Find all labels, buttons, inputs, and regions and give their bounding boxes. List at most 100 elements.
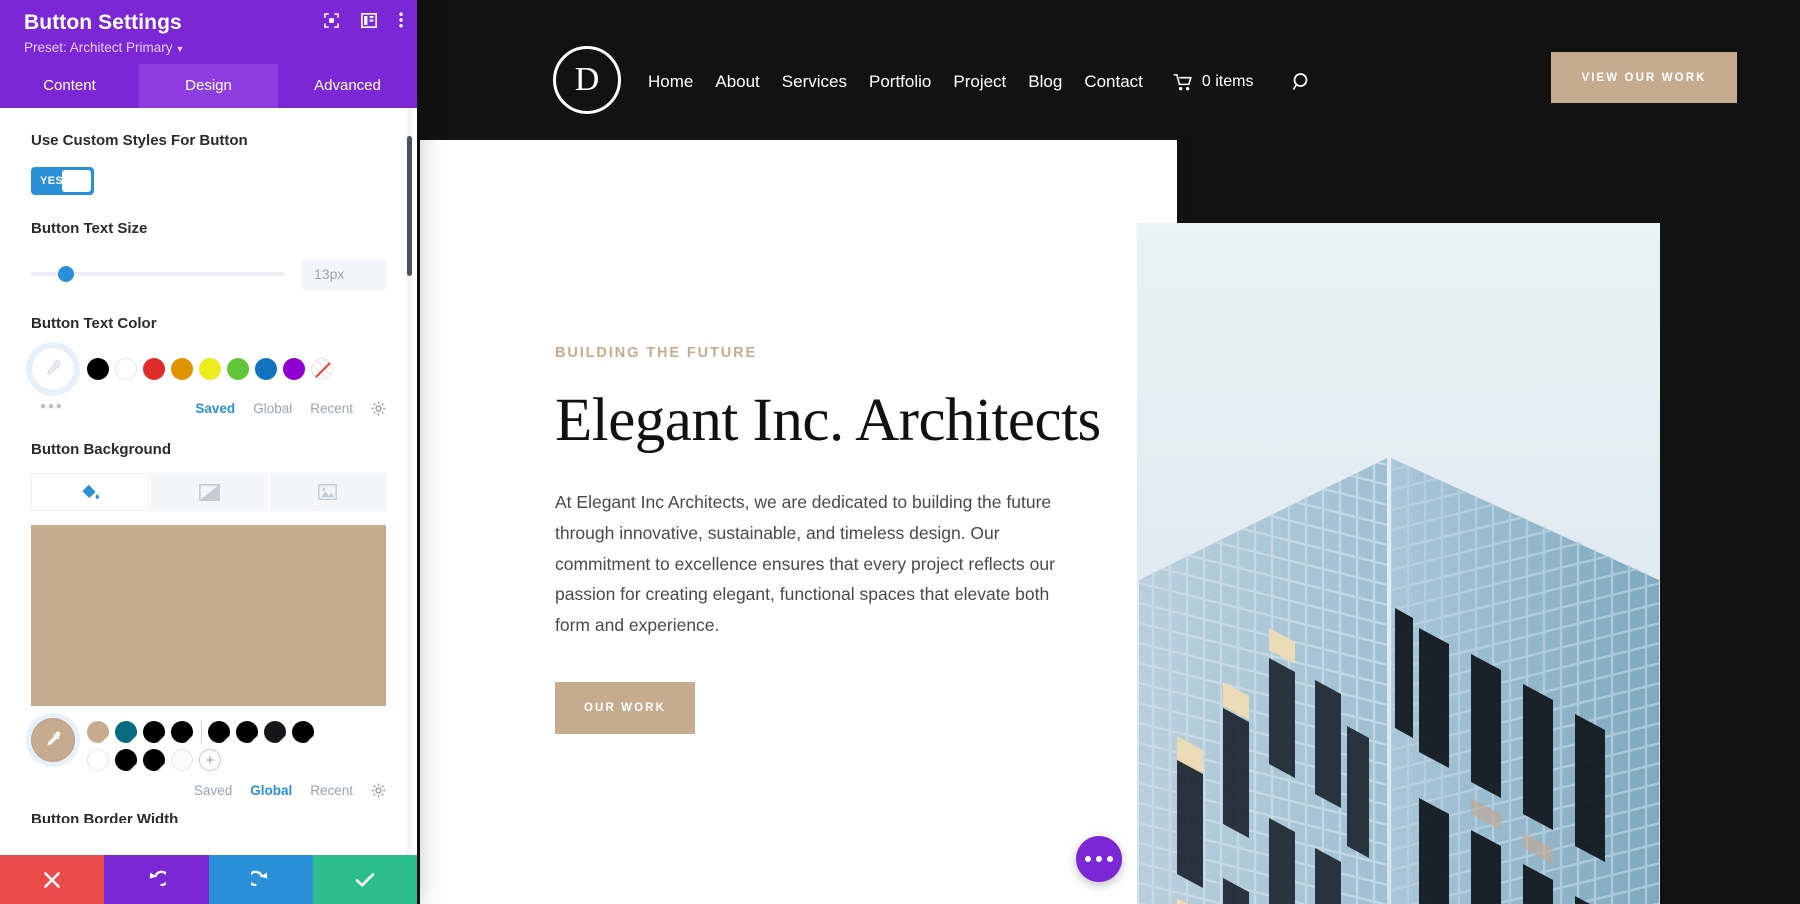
color-picker-button[interactable] [31,347,75,392]
logo-ring-icon: D [553,46,621,114]
save-button[interactable] [312,855,417,904]
layout-columns-icon[interactable] [361,12,377,28]
swatch-yellow[interactable] [199,358,221,381]
search-icon[interactable] [1292,72,1312,92]
ellipsis-dot [1096,856,1102,862]
global-swatch-black-7[interactable] [115,749,137,771]
global-swatch-black-5[interactable] [264,721,286,743]
hero-cta-button[interactable]: OUR WORK [555,682,695,735]
background-type-tabs [31,473,386,511]
field-label-use-custom-styles: Use Custom Styles For Button [31,132,248,149]
nav-item-services[interactable]: Services [782,72,847,92]
nav-item-portfolio[interactable]: Portfolio [869,72,931,92]
source-tab-recent[interactable]: Recent [310,401,353,416]
swatch-green[interactable] [227,358,249,381]
global-swatch-black-1[interactable] [143,721,165,743]
field-label-button-text-color: Button Text Color [31,314,157,332]
toggle-knob [62,169,91,192]
background-color-preview[interactable] [31,525,386,706]
nav-item-contact[interactable]: Contact [1084,72,1143,92]
toggle-value-label: YES [40,174,64,187]
scrollbar-thumb[interactable] [407,136,412,276]
header-cta-button[interactable]: VIEW OUR WORK [1551,52,1737,103]
gradient-icon [199,483,220,501]
source-tab-global[interactable]: Global [253,401,292,416]
ellipsis-dot [1107,856,1113,862]
tab-design[interactable]: Design [139,64,278,108]
source-tab-saved[interactable]: Saved [195,401,235,416]
redo-button[interactable] [208,855,313,904]
settings-scroll-area: Use Custom Styles For Button YES Button … [0,108,417,855]
swatch-orange[interactable] [171,358,193,381]
swatch-purple[interactable] [283,358,305,381]
cart-widget[interactable]: 0 items [1173,73,1254,91]
button-text-size-input[interactable]: 13px [302,258,386,290]
bg-source-tab-recent[interactable]: Recent [310,783,353,798]
global-swatch-tan[interactable] [87,721,109,743]
button-settings-modal: Button Settings Preset: Architect Primar… [0,0,417,904]
check-icon [355,872,375,886]
add-swatch-button[interactable]: + [199,749,221,771]
undo-icon [150,870,167,886]
site-navigation: Home About Services Portfolio Project Bl… [648,72,1312,92]
nav-item-about[interactable]: About [715,72,759,92]
swatch-blue[interactable] [255,358,277,381]
cart-icon [1173,73,1192,90]
background-image-tab[interactable] [269,473,386,511]
bg-source-tab-saved[interactable]: Saved [194,783,232,798]
site-logo[interactable]: D [553,46,621,114]
hero-title: Elegant Inc. Architects [555,387,1101,454]
modal-preset-selector[interactable]: Preset: Architect Primary ▼ [24,40,401,55]
background-gradient-tab[interactable] [151,473,268,511]
bg-source-tab-global[interactable]: Global [250,783,292,798]
field-button-text-size: Button Text Size 13px [31,220,386,290]
background-color-picker-button[interactable] [31,718,75,762]
hero-section: BUILDING THE FUTURE Elegant Inc. Archite… [420,140,1199,904]
focus-frame-icon[interactable] [324,12,339,28]
background-color-tab[interactable] [31,473,150,511]
button-text-size-slider[interactable] [31,266,284,282]
preset-label: Preset: Architect Primary [24,40,173,55]
swatch-red[interactable] [143,358,165,381]
global-swatch-row-2: + [87,749,320,771]
field-button-background: Button Background + Saved Global Recent … [31,441,386,823]
gear-icon[interactable] [371,783,386,798]
builder-menu-fab[interactable] [1076,836,1122,882]
global-swatch-teal[interactable] [115,721,137,743]
global-swatch-white-2[interactable] [171,749,193,771]
nav-item-blog[interactable]: Blog [1028,72,1062,92]
tab-content[interactable]: Content [0,64,139,108]
gear-icon[interactable] [371,401,386,416]
chevron-down-icon: ▼ [175,44,185,54]
field-button-text-color: Button Text Color ••• Saved Global Recen… [31,314,386,416]
global-swatch-black-3[interactable] [208,721,230,743]
swatch-transparent[interactable] [311,358,333,381]
tab-advanced[interactable]: Advanced [278,64,417,108]
redo-icon [250,870,267,886]
global-swatch-black-4[interactable] [236,721,258,743]
nav-item-project[interactable]: Project [953,72,1006,92]
eyedropper-icon [47,731,61,746]
global-swatch-row-1 [87,721,320,743]
slider-handle[interactable] [58,266,75,282]
modal-header: Button Settings Preset: Architect Primar… [0,0,417,64]
global-swatch-black-6[interactable] [292,721,314,743]
field-use-custom-styles: Use Custom Styles For Button YES [31,132,386,195]
text-color-source-tabs: Saved Global Recent [31,401,386,416]
close-icon [44,871,60,888]
global-swatch-white-1[interactable] [87,749,109,771]
undo-button[interactable] [104,855,209,904]
swatch-divider [201,721,202,743]
hero-body-text: At Elegant Inc Architects, we are dedica… [555,492,1055,635]
cart-count-label: 0 items [1201,73,1254,90]
nav-item-home[interactable]: Home [648,72,693,92]
eyedropper-icon [47,360,61,376]
more-vertical-icon[interactable] [399,12,403,28]
global-swatch-black-2[interactable] [171,721,193,743]
swatch-black[interactable] [87,358,109,381]
building-illustration [1138,458,1659,904]
swatch-white[interactable] [115,358,137,381]
cancel-button[interactable] [0,855,105,904]
custom-styles-toggle[interactable]: YES [31,166,94,195]
global-swatch-black-8[interactable] [143,749,165,771]
